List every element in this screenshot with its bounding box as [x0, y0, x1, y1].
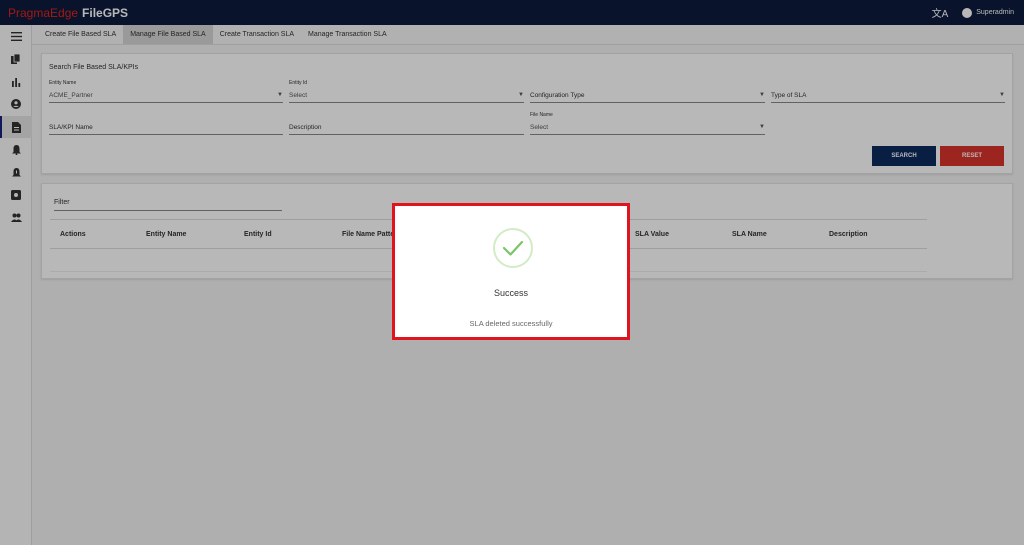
success-dialog: Success SLA deleted successfully — [392, 203, 630, 340]
dialog-message: SLA deleted successfully — [469, 319, 553, 328]
dialog-title: Success — [493, 288, 528, 298]
check-icon — [493, 228, 533, 268]
